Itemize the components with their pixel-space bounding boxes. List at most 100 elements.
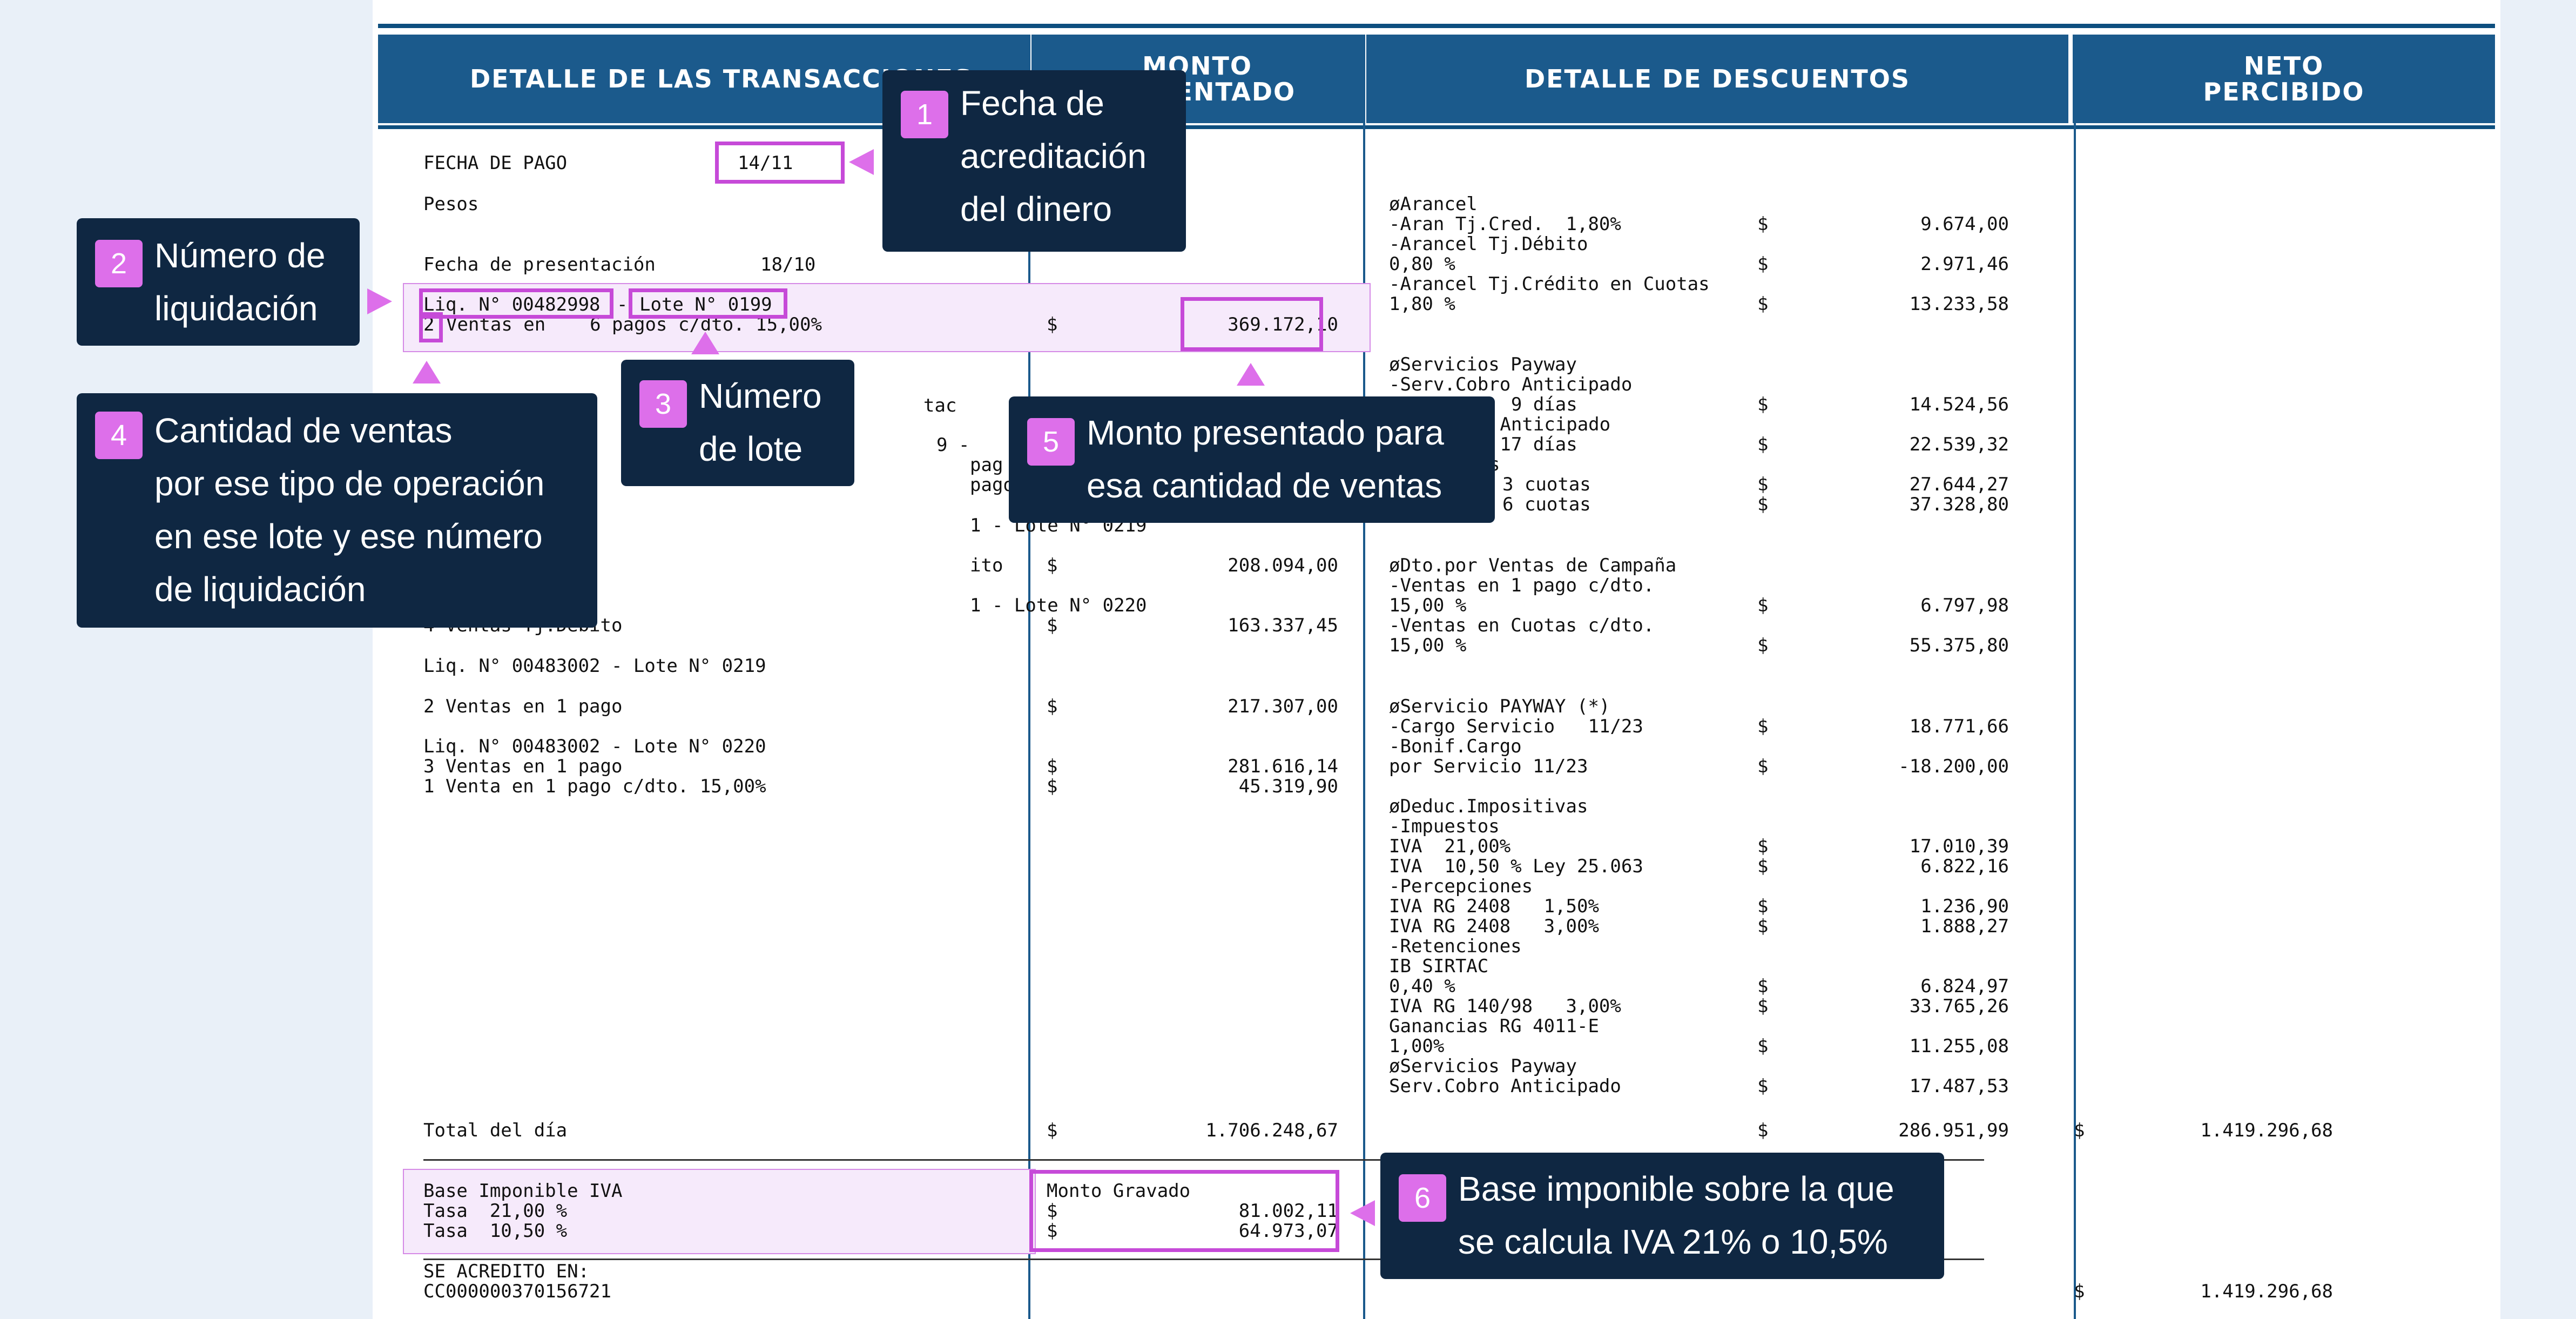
fecha-presentacion-label: Fecha de presentación — [423, 254, 656, 275]
ib-sirtac: IB SIRTAC — [1389, 955, 1489, 977]
serv-cobro: -Serv.Cobro Anticipado — [1389, 374, 1633, 395]
currency: $ — [1047, 776, 1058, 797]
callout-monto-presentado: 5 Monto presentado para esa cantidad de … — [1009, 396, 1495, 523]
retenciones: -Retenciones — [1389, 936, 1522, 957]
monto-value: 281.616,14 — [1228, 756, 1338, 777]
currency: $ — [2074, 1281, 2085, 1302]
top-rule — [378, 24, 2495, 28]
fecha-presentacion-value: 18/10 — [760, 254, 816, 275]
arrow-callout-6 — [1350, 1200, 1375, 1226]
currency: $ — [1757, 474, 1769, 495]
fragment-text: tac — [923, 395, 957, 416]
aran-cred: -Aran Tj.Cred. 1,80% — [1389, 213, 1621, 235]
serv-3-amt: 27.644,27 — [1909, 474, 2009, 495]
currency: $ — [1757, 494, 1769, 515]
monto-value: 45.319,90 — [1238, 776, 1338, 797]
callout-text: Fecha de acreditación del dinero — [960, 84, 1147, 228]
currency: $ — [1757, 995, 1769, 1017]
header-detalle-descuentos: DETALLE DE DESCUENTOS — [1366, 35, 2068, 123]
perc-15: IVA RG 2408 1,50% — [1389, 896, 1599, 917]
liquidacion-sheet: DETALLE DE LAS TRANSACCIONES MONTO PRESE… — [373, 0, 2500, 1319]
rg140-amt: 33.765,26 — [1909, 995, 2009, 1017]
callout-cantidad-ventas: 4 Cantidad de ventas por ese tipo de ope… — [77, 393, 597, 628]
callout-text: Número de lote — [699, 376, 822, 468]
callout-number-badge: 4 — [95, 412, 143, 459]
bonif-amt: -18.200,00 — [1898, 756, 2009, 777]
fragment-text: pag — [970, 454, 1003, 476]
currency: $ — [1757, 394, 1769, 415]
callout-number-badge: 5 — [1027, 418, 1075, 466]
total-descuentos-value: 286.951,99 — [1898, 1120, 2009, 1141]
cargo-servicio-amt: 18.771,66 — [1909, 716, 2009, 737]
header-bottom-rule — [378, 125, 2495, 129]
ganancias: Ganancias RG 4011-E — [1389, 1015, 1599, 1037]
tasa-105: Tasa 10,50 % — [423, 1220, 568, 1242]
ib-pct: 0,40 % — [1389, 975, 1455, 997]
cargo-servicio: -Cargo Servicio 11/23 — [1389, 716, 1643, 737]
serv-17-amt: 22.539,32 — [1909, 434, 2009, 455]
serv2-title: øServicios Payway — [1389, 1055, 1577, 1077]
fecha-pago-label: FECHA DE PAGO — [423, 152, 568, 174]
acredito-label: SE ACREDITO EN: — [423, 1261, 590, 1282]
liquidacion-line: Liq. N° 00483002 - Lote N° 0219 — [423, 655, 766, 677]
currency: $ — [1757, 213, 1769, 235]
arancel-title: øArancel — [1389, 193, 1478, 215]
perc-15-amt: 1.236,90 — [1920, 896, 2009, 917]
callout-text: Número de liquidación — [154, 236, 326, 328]
moneda-label: Pesos — [423, 193, 479, 215]
arrow-callout-3 — [691, 332, 719, 354]
aran-deb-amt: 2.971,46 — [1920, 253, 2009, 275]
currency: $ — [1757, 293, 1769, 315]
dto-cuotas-pct: 15,00 % — [1389, 635, 1467, 656]
dto-1pago: -Ventas en 1 pago c/dto. — [1389, 575, 1655, 596]
dto-cuotas-amt: 55.375,80 — [1909, 635, 2009, 656]
currency: $ — [1757, 916, 1769, 937]
currency: $ — [1757, 856, 1769, 877]
arrow-callout-4 — [413, 361, 441, 383]
serv2-cobro: Serv.Cobro Anticipado — [1389, 1075, 1621, 1097]
por-servicio: por Servicio 11/23 — [1389, 756, 1588, 777]
callout-text: Monto presentado para esa cantidad de ve… — [1087, 413, 1444, 505]
currency: $ — [1757, 253, 1769, 275]
currency: $ — [1757, 434, 1769, 455]
currency: $ — [1757, 716, 1769, 737]
cuenta-number: CC000000370156721 — [423, 1281, 611, 1302]
fragment-text: 9 - — [936, 434, 970, 456]
monto-currency: $ — [1047, 314, 1058, 335]
aran-deb: -Arancel Tj.Débito — [1389, 233, 1588, 255]
liq-lote-separator: - — [617, 294, 628, 315]
ganancias-amt: 11.255,08 — [1909, 1035, 2009, 1057]
perc-3-amt: 1.888,27 — [1920, 916, 2009, 937]
currency: $ — [1757, 635, 1769, 656]
column-divider-2 — [1363, 35, 1365, 1319]
header-neto-percibido: NETO PERCIBIDO — [2073, 35, 2495, 123]
ib-amt: 6.824,97 — [1920, 975, 2009, 997]
currency: $ — [1047, 1120, 1058, 1141]
highlight-monto-presentado — [1181, 297, 1323, 351]
iva21-amt: 17.010,39 — [1909, 836, 2009, 857]
highlight-fecha-pago — [715, 142, 845, 184]
aran-cuotas-amt: 13.233,58 — [1909, 293, 2009, 315]
highlight-liquidacion — [419, 288, 613, 319]
currency: $ — [1757, 896, 1769, 917]
serv-9-amt: 14.524,56 — [1909, 394, 2009, 415]
monto-value: 217.307,00 — [1228, 696, 1338, 717]
percepciones: -Percepciones — [1389, 876, 1533, 897]
currency: $ — [1757, 1120, 1769, 1141]
callout-text: Cantidad de ventas por ese tipo de opera… — [154, 411, 545, 609]
currency: $ — [1757, 975, 1769, 997]
currency: $ — [1047, 696, 1058, 717]
highlight-lote — [629, 288, 787, 319]
currency: $ — [1757, 836, 1769, 857]
serv-3: 3 cuotas — [1502, 474, 1591, 495]
callout-number-badge: 6 — [1399, 1174, 1446, 1222]
total-dia-label: Total del día — [423, 1120, 568, 1141]
callout-number-badge: 1 — [901, 91, 948, 138]
dto-1pago-pct: 15,00 % — [1389, 595, 1467, 616]
highlight-monto-gravado — [1029, 1170, 1339, 1252]
currency: $ — [1757, 1075, 1769, 1097]
total-monto-value: 1.706.248,67 — [1205, 1120, 1338, 1141]
ganancias-pct: 1,00% — [1389, 1035, 1445, 1057]
payway-title: øServicio PAYWAY (*) — [1389, 696, 1610, 717]
callout-numero-liquidacion: 2 Número de liquidación — [77, 218, 360, 346]
